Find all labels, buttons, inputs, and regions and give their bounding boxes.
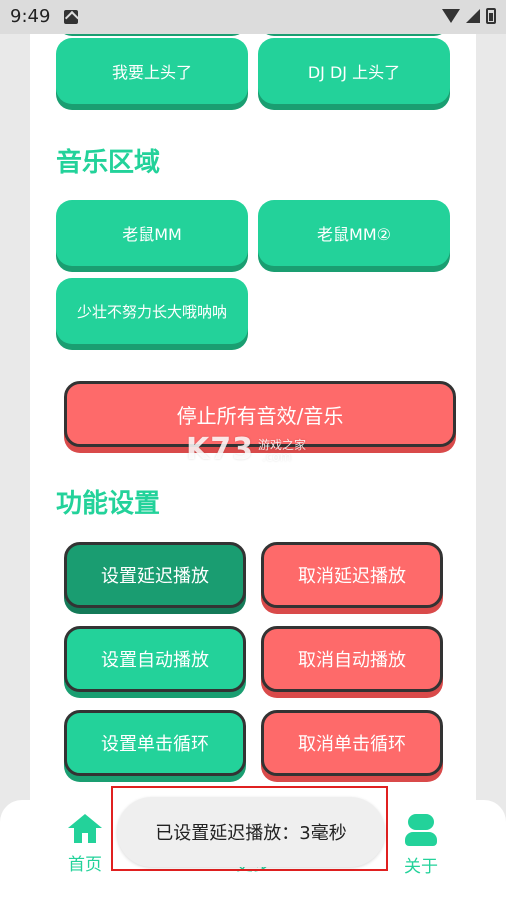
music-button-laoshu[interactable]: 老鼠MM — [56, 200, 248, 266]
wifi-icon — [442, 9, 460, 23]
toast-message: 已设置延迟播放：3毫秒 — [117, 797, 385, 867]
sound-button-shangtou[interactable]: 我要上头了 — [56, 38, 248, 104]
cancel-delay-button[interactable]: 取消延迟播放 — [261, 542, 443, 608]
set-loop-button[interactable]: 设置单击循环 — [64, 710, 246, 776]
nav-item-about[interactable]: 关于 — [381, 814, 461, 877]
sound-button-dj[interactable]: DJ DJ 上头了 — [258, 38, 450, 104]
signal-icon — [466, 9, 480, 23]
status-time: 9:49 — [10, 6, 51, 27]
set-autoplay-button[interactable]: 设置自动播放 — [64, 626, 246, 692]
k73-watermark: K73 游戏之家 .com — [186, 432, 306, 467]
nav-label-about: 关于 — [404, 857, 438, 877]
cancel-autoplay-button[interactable]: 取消自动播放 — [261, 626, 443, 692]
status-bar: 9:49 — [0, 0, 506, 34]
music-button-laoshu-2[interactable]: 老鼠MM② — [258, 200, 450, 266]
user-icon — [403, 814, 439, 846]
battery-icon — [486, 8, 496, 24]
notification-app-icon — [64, 10, 78, 24]
function-section-title: 功能设置 — [56, 489, 161, 519]
music-section-title: 音乐区域 — [56, 148, 161, 178]
home-icon — [68, 814, 102, 844]
watermark-brand: K73 — [186, 432, 254, 467]
set-delay-button[interactable]: 设置延迟播放 — [64, 542, 246, 608]
music-button-shaozhuang[interactable]: 少壮不努力长大哦呐呐 — [56, 278, 248, 344]
cancel-loop-button[interactable]: 取消单击循环 — [261, 710, 443, 776]
watermark-domain: .com — [262, 450, 292, 464]
status-icons — [442, 8, 496, 24]
